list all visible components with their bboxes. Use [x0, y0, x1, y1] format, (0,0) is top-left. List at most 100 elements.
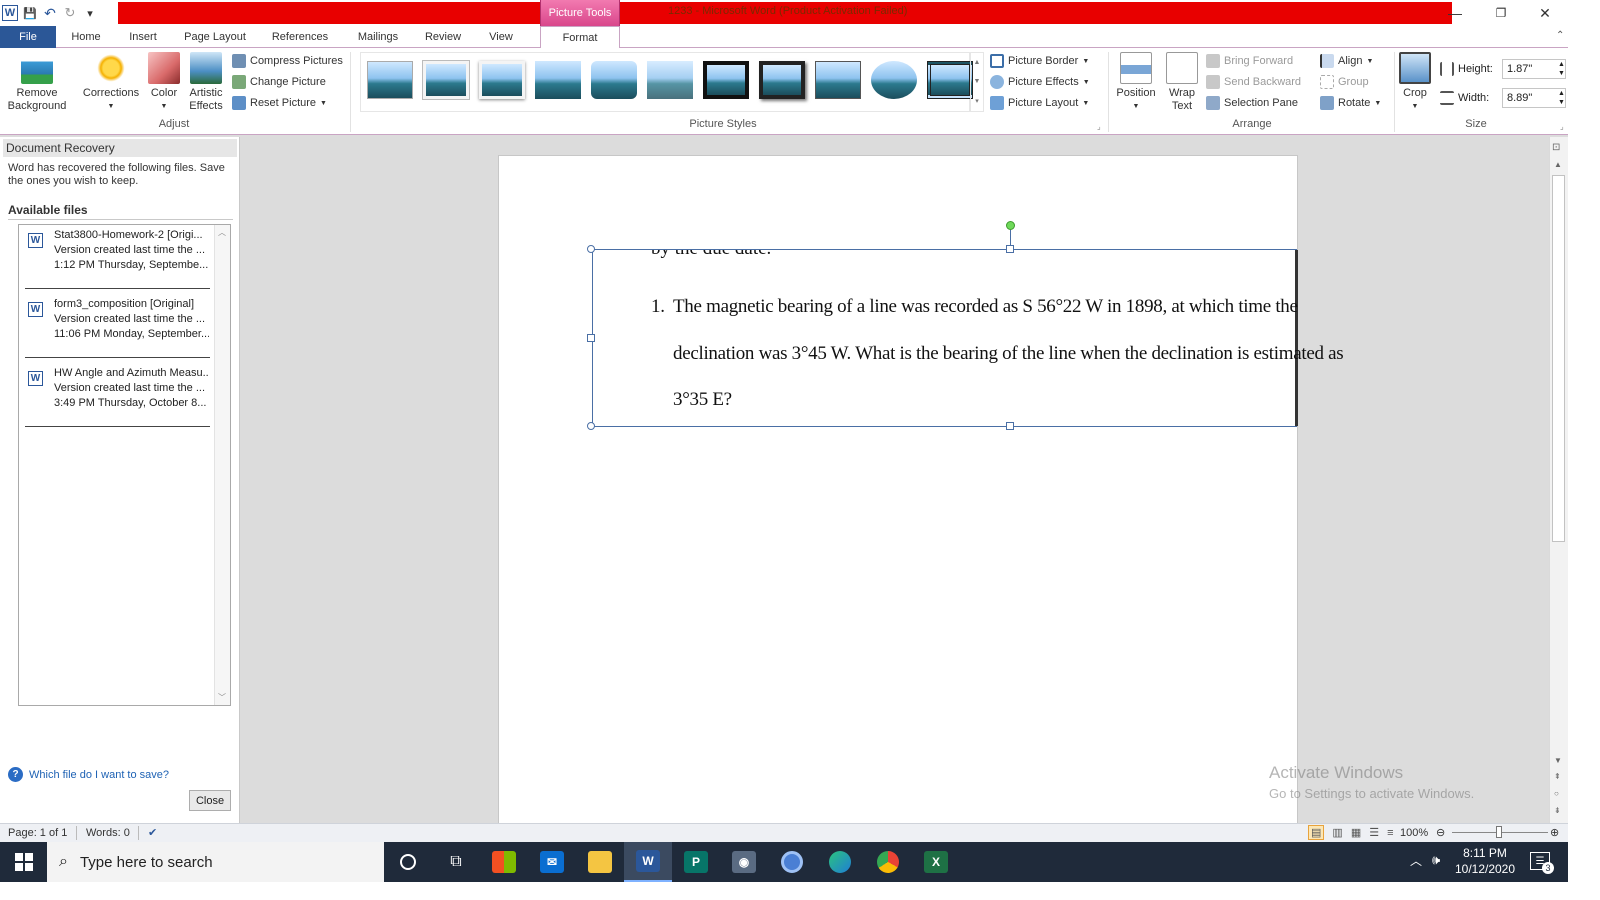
corrections-button[interactable]: Corrections ▼: [80, 52, 142, 113]
volume-icon[interactable]: 🕪: [1432, 852, 1440, 868]
resize-handle[interactable]: [587, 422, 595, 430]
undo-icon[interactable]: ↶: [42, 5, 58, 21]
zoom-out-icon[interactable]: ⊖: [1436, 824, 1445, 841]
restore-button[interactable]: ❐: [1478, 0, 1524, 26]
width-spinner[interactable]: ▲ ▼: [1558, 89, 1565, 107]
redo-icon[interactable]: ↻: [62, 5, 78, 21]
gallery-down-icon[interactable]: ▼: [974, 78, 981, 85]
outline-icon[interactable]: ☰: [1369, 826, 1379, 839]
browse-object-icon[interactable]: ○: [1554, 789, 1559, 798]
zoom-slider-thumb[interactable]: [1496, 826, 1502, 838]
picture-border-button[interactable]: Picture Border ▼: [990, 52, 1089, 70]
picture-styles-launcher-icon[interactable]: ⌟: [1097, 122, 1101, 131]
tab-view[interactable]: View: [478, 26, 524, 48]
scroll-down-icon[interactable]: ▼: [1554, 756, 1562, 765]
size-launcher-icon[interactable]: ⌟: [1560, 122, 1564, 131]
crop-button[interactable]: Crop ▼: [1398, 52, 1432, 113]
resize-handle[interactable]: [1006, 422, 1014, 430]
picture-style-thumb[interactable]: [423, 61, 469, 99]
print-layout-icon[interactable]: ▤: [1308, 825, 1325, 840]
tab-home[interactable]: Home: [62, 26, 110, 48]
tab-references[interactable]: References: [264, 26, 336, 48]
color-button[interactable]: Color ▼: [146, 52, 182, 113]
remove-background-button[interactable]: Remove Background: [4, 52, 70, 113]
width-input[interactable]: 8.89": [1502, 88, 1566, 108]
align-button[interactable]: Align ▼: [1320, 52, 1373, 70]
picture-style-thumb[interactable]: [871, 61, 917, 99]
draft-icon[interactable]: ≡: [1387, 827, 1393, 839]
tab-insert[interactable]: Insert: [118, 26, 168, 48]
send-backward-button[interactable]: Send Backward: [1206, 73, 1301, 91]
resize-handle[interactable]: [587, 334, 595, 342]
selection-pane-button[interactable]: Selection Pane: [1206, 94, 1298, 112]
gallery-up-icon[interactable]: ▲: [974, 59, 981, 66]
tab-page-layout[interactable]: Page Layout: [178, 26, 252, 48]
wrap-text-button[interactable]: Wrap Text: [1164, 52, 1200, 113]
edge-button[interactable]: [816, 842, 864, 882]
file-explorer-button[interactable]: [576, 842, 624, 882]
picture-style-thumb[interactable]: [927, 61, 973, 99]
zoom-in-icon[interactable]: ⊕: [1550, 824, 1559, 841]
start-button[interactable]: [0, 842, 47, 882]
app-button[interactable]: [768, 842, 816, 882]
collapse-ribbon-icon[interactable]: ⌃: [1556, 30, 1564, 41]
recovered-file-item[interactable]: W Stat3800-Homework-2 [Origi... Version …: [25, 228, 210, 296]
save-icon[interactable]: 💾: [22, 5, 38, 21]
artistic-effects-button[interactable]: Artistic Effects: [184, 52, 228, 113]
picture-effects-button[interactable]: Picture Effects ▼: [990, 73, 1090, 91]
proofing-icon[interactable]: ✔: [148, 824, 157, 841]
picture-style-thumb[interactable]: [703, 61, 749, 99]
zoom-level[interactable]: 100%: [1400, 824, 1428, 841]
picture-style-thumb[interactable]: [759, 61, 805, 99]
recovered-file-item[interactable]: W form3_composition [Original] Version c…: [25, 297, 210, 365]
vertical-scroll-thumb[interactable]: [1552, 175, 1565, 542]
file-list-scrollbar[interactable]: ︿ ﹀: [214, 225, 230, 705]
resize-handle[interactable]: [1006, 245, 1014, 253]
resize-handle[interactable]: [587, 245, 595, 253]
chrome-button[interactable]: [864, 842, 912, 882]
cortana-button[interactable]: [384, 842, 432, 882]
previous-page-icon[interactable]: ⇞: [1554, 772, 1561, 781]
reset-picture-button[interactable]: Reset Picture ▼: [232, 94, 327, 112]
taskbar-clock[interactable]: 8:11 PM 10/12/2020: [1452, 845, 1518, 877]
taskbar-search-box[interactable]: ⌕ Type here to search: [47, 842, 384, 882]
tab-file[interactable]: File: [0, 26, 56, 48]
rotate-handle[interactable]: [1006, 221, 1015, 230]
position-button[interactable]: Position ▼: [1112, 52, 1160, 113]
group-objects-button[interactable]: Group: [1320, 73, 1369, 91]
mail-button[interactable]: ✉: [528, 842, 576, 882]
close-button[interactable]: Close: [189, 790, 231, 811]
tab-review[interactable]: Review: [418, 26, 468, 48]
minimize-button[interactable]: —: [1432, 0, 1478, 26]
scroll-up-icon[interactable]: ︿: [218, 227, 226, 238]
picture-style-thumb[interactable]: [647, 61, 693, 99]
scroll-down-icon[interactable]: ﹀: [218, 692, 226, 703]
recovered-file-item[interactable]: W HW Angle and Azimuth Measu... Version …: [25, 366, 210, 434]
next-page-icon[interactable]: ⇟: [1554, 806, 1561, 815]
close-window-button[interactable]: ✕: [1522, 0, 1568, 26]
rotate-button[interactable]: Rotate ▼: [1320, 94, 1381, 112]
full-screen-reading-icon[interactable]: ▥: [1332, 826, 1342, 839]
compress-pictures-button[interactable]: Compress Pictures: [232, 52, 343, 70]
show-hidden-icons[interactable]: ︿: [1410, 852, 1422, 869]
word-taskbar-button[interactable]: W: [624, 842, 672, 882]
picture-style-thumb[interactable]: [479, 61, 525, 99]
customize-qat-icon[interactable]: ▾: [82, 5, 98, 21]
gallery-scroll[interactable]: ▲ ▼ ▾: [970, 52, 984, 112]
tab-mailings[interactable]: Mailings: [348, 26, 408, 48]
ruler-toggle-icon[interactable]: ⊡: [1552, 142, 1560, 153]
picture-layout-button[interactable]: Picture Layout ▼: [990, 94, 1089, 112]
height-input[interactable]: 1.87": [1502, 59, 1566, 79]
page-count[interactable]: Page: 1 of 1: [8, 824, 67, 841]
camera-button[interactable]: ◉: [720, 842, 768, 882]
height-spinner[interactable]: ▲ ▼: [1558, 60, 1565, 78]
picture-style-thumb[interactable]: [535, 61, 581, 99]
store-button[interactable]: [480, 842, 528, 882]
picture-style-thumb[interactable]: [815, 61, 861, 99]
word-app-icon[interactable]: W: [2, 5, 18, 21]
web-layout-icon[interactable]: ▦: [1351, 826, 1361, 839]
picture-style-thumb[interactable]: [591, 61, 637, 99]
picture-style-thumb[interactable]: [367, 61, 413, 99]
tab-format[interactable]: Format: [540, 26, 620, 49]
word-count[interactable]: Words: 0: [86, 824, 130, 841]
